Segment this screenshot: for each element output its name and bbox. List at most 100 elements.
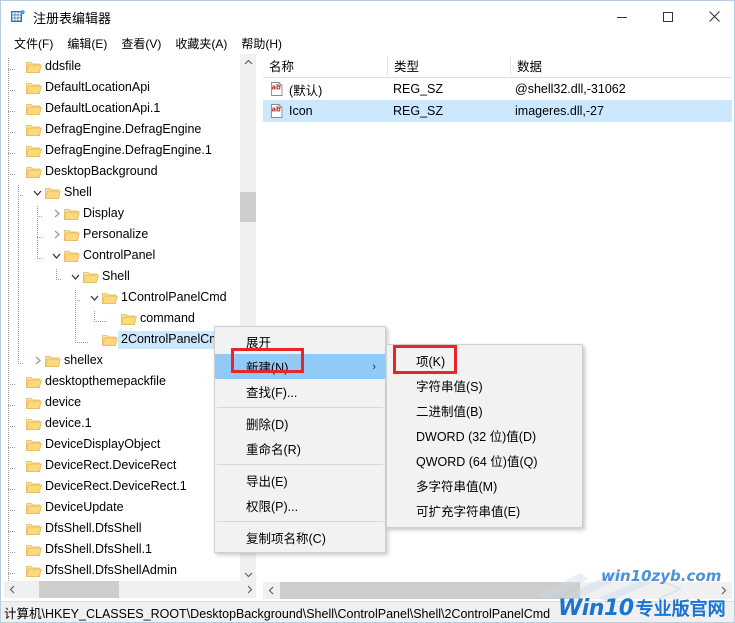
menu-help[interactable]: 帮助(H) [234, 33, 289, 54]
tree-item-command[interactable]: command [4, 308, 240, 329]
tree-item-defragengine-defragengine[interactable]: DefragEngine.DefragEngine [4, 119, 240, 140]
tree-item-devicerect-devicerect-1[interactable]: DeviceRect.DeviceRect.1 [4, 476, 240, 497]
tree-guide-tick [8, 111, 15, 112]
tree-item-label: Display [83, 205, 124, 220]
maximize-button[interactable] [645, 1, 691, 32]
tree-horizontal-scroll-thumb[interactable] [39, 581, 119, 598]
tree-item-desktopbackground[interactable]: DesktopBackground [4, 161, 240, 182]
folder-icon [63, 245, 80, 266]
tree-item-1controlpanelcmd[interactable]: 1ControlPanelCmd [4, 287, 240, 308]
ctx-expand[interactable]: 展开 [215, 329, 385, 354]
chevron-down-icon[interactable] [69, 266, 82, 287]
tree-item-devicedisplayobject[interactable]: DeviceDisplayObject [4, 434, 240, 455]
ctx-delete[interactable]: 删除(D) [215, 411, 385, 436]
sub-key[interactable]: 项(K) [387, 348, 582, 373]
context-menu[interactable]: 展开 新建(N) › 查找(F)... 删除(D) 重命名(R) 导出(E) 权限(P)...… [214, 326, 386, 553]
ctx-export[interactable]: 导出(E) [215, 468, 385, 493]
tree-horizontal-scrollbar[interactable] [4, 581, 256, 598]
sub-multi-string-value[interactable]: 多字符串值(M) [387, 473, 582, 498]
folder-icon [120, 308, 137, 329]
chevron-down-icon[interactable] [31, 182, 44, 203]
column-data[interactable]: 数据 [511, 53, 732, 78]
tree-scroll-right-icon[interactable] [241, 581, 256, 598]
tree-item-deviceupdate[interactable]: DeviceUpdate [4, 497, 240, 518]
tree-item-device-1[interactable]: device.1 [4, 413, 240, 434]
ctx-rename[interactable]: 重命名(R) [215, 436, 385, 461]
ctx-permissions[interactable]: 权限(P)... [215, 493, 385, 518]
ctx-copy-key-name[interactable]: 复制项名称(C) [215, 525, 385, 550]
submenu-item-label: 可扩充字符串值(E) [416, 505, 521, 519]
tree-item-device[interactable]: device [4, 392, 240, 413]
tree-guide-tick [37, 237, 42, 238]
menu-file[interactable]: 文件(F) [7, 33, 60, 54]
sub-binary-value[interactable]: 二进制值(B) [387, 398, 582, 423]
folder-icon [25, 77, 42, 98]
ctx-new[interactable]: 新建(N) › [215, 354, 385, 379]
tree-scroll-up-icon[interactable] [240, 54, 256, 71]
tree-item-shell[interactable]: Shell [4, 182, 240, 203]
menu-view[interactable]: 查看(V) [114, 33, 168, 54]
menu-favorites[interactable]: 收藏夹(A) [168, 33, 234, 54]
tree-item-devicerect-devicerect[interactable]: DeviceRect.DeviceRect [4, 455, 240, 476]
chevron-down-icon[interactable] [50, 245, 63, 266]
sub-dword-value[interactable]: DWORD (32 位)值(D) [387, 423, 582, 448]
tree-item-shellex[interactable]: shellex [4, 350, 240, 371]
ctx-find[interactable]: 查找(F)... [215, 379, 385, 404]
tree-item-label: ddsfile [45, 58, 82, 73]
tree-item-shell[interactable]: Shell [4, 266, 240, 287]
chevron-right-icon[interactable] [50, 203, 63, 224]
value-data: @shell32.dll,-31062 [515, 82, 626, 96]
sub-expandable-string-value[interactable]: 可扩充字符串值(E) [387, 498, 582, 523]
tree-item-defragengine-defragengine-1[interactable]: DefragEngine.DefragEngine.1 [4, 140, 240, 161]
folder-icon [25, 56, 42, 77]
tree-item-display[interactable]: Display [4, 203, 240, 224]
menu-edit[interactable]: 编辑(E) [60, 33, 114, 54]
tree-item-2controlpanelcmd[interactable]: 2ControlPanelCmd [4, 329, 240, 350]
tree-item-dfsshell-dfsshell[interactable]: DfsShell.DfsShell [4, 518, 240, 539]
tree-vertical-scroll-thumb[interactable] [240, 192, 256, 222]
values-horizontal-scrollbar[interactable] [263, 582, 732, 599]
folder-icon [44, 350, 61, 371]
tree-item-personalize[interactable]: Personalize [4, 224, 240, 245]
value-row[interactable]: ab (默认) REG_SZ @shell32.dll,-31062 [263, 78, 732, 100]
chevron-down-icon[interactable] [88, 287, 101, 308]
folder-icon [25, 497, 42, 518]
chevron-right-icon[interactable] [50, 224, 63, 245]
tree-item-label: DfsShell.DfsShellAdmin [45, 562, 177, 577]
folder-icon [25, 98, 42, 119]
values-scroll-right-icon[interactable] [715, 582, 732, 599]
tree-item-desktopthemepackfile[interactable]: desktopthemepackfile [4, 371, 240, 392]
tree-item-label: desktopthemepackfile [45, 373, 166, 388]
registry-editor-icon [10, 9, 26, 25]
folder-icon [25, 413, 42, 434]
new-submenu[interactable]: 项(K) 字符串值(S) 二进制值(B) DWORD (32 位)值(D) QWORD … [386, 344, 583, 528]
submenu-item-label: 项(K) [416, 355, 446, 369]
tree-scroll-left-icon[interactable] [4, 581, 21, 598]
close-button[interactable] [691, 1, 734, 32]
tree-item-label: 1ControlPanelCmd [121, 289, 227, 304]
tree-item-controlpanel[interactable]: ControlPanel [4, 245, 240, 266]
tree-guide-tick [8, 447, 15, 448]
value-row[interactable]: ab Icon REG_SZ imageres.dll,-27 [263, 100, 732, 122]
chevron-right-icon[interactable] [31, 350, 44, 371]
values-horizontal-scroll-thumb[interactable] [280, 582, 580, 599]
tree-item-dfsshell-dfsshell-1[interactable]: DfsShell.DfsShell.1 [4, 539, 240, 560]
tree-item-defaultlocationapi-1[interactable]: DefaultLocationApi.1 [4, 98, 240, 119]
values-scroll-left-icon[interactable] [263, 582, 280, 599]
tree-guide-tick [56, 279, 61, 280]
sub-string-value[interactable]: 字符串值(S) [387, 373, 582, 398]
column-name[interactable]: 名称 [263, 53, 387, 78]
tree-item-ddsfile[interactable]: ddsfile [4, 56, 240, 77]
sub-qword-value[interactable]: QWORD (64 位)值(Q) [387, 448, 582, 473]
tree-guide-tick [8, 468, 15, 469]
context-menu-item-label: 删除(D) [246, 418, 289, 432]
tree-guide-tick [8, 174, 15, 175]
tree-item-dfsshell-dfsshelladmin[interactable]: DfsShell.DfsShellAdmin [4, 560, 240, 581]
minimize-button[interactable] [599, 1, 645, 32]
tree-item-defaultlocationapi[interactable]: DefaultLocationApi [4, 77, 240, 98]
column-type[interactable]: 类型 [388, 53, 510, 78]
